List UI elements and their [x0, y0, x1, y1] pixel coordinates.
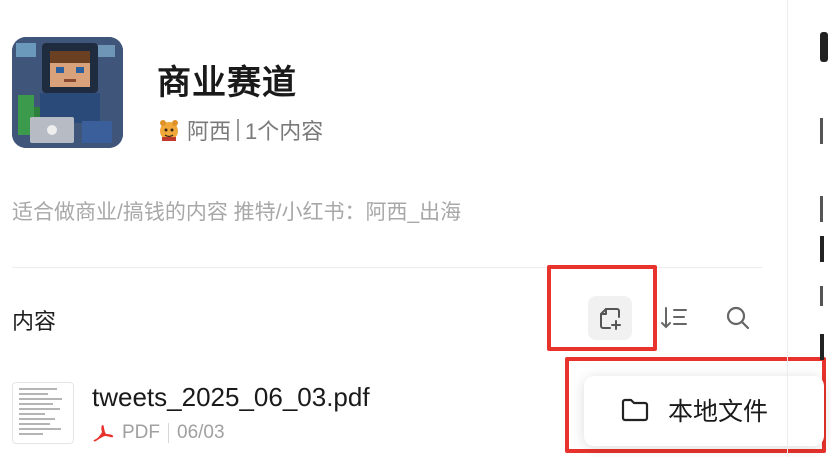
right-panel-edge-text	[820, 334, 831, 360]
panel-divider	[787, 0, 788, 457]
menu-item-local-file[interactable]: 本地文件	[620, 392, 768, 428]
highlight-add-button	[547, 265, 657, 351]
content-count: 1个内容	[245, 119, 324, 144]
right-panel-edge-text	[820, 32, 828, 62]
file-type: PDF	[122, 422, 160, 443]
author-name[interactable]: 阿西	[187, 114, 231, 146]
right-panel-edge-text	[820, 196, 831, 222]
file-date: 06/03	[177, 422, 225, 443]
content-section-label: 内容	[12, 309, 57, 334]
menu-item-label: 本地文件	[668, 398, 769, 426]
collection-title: 商业赛道	[157, 64, 297, 102]
right-panel-edge-text	[820, 236, 831, 262]
sort-button[interactable]	[652, 296, 696, 340]
file-thumbnail[interactable]	[12, 382, 74, 444]
author-avatar[interactable]	[157, 118, 181, 142]
pdf-icon	[93, 425, 114, 442]
collection-cover-image	[12, 37, 123, 148]
search-icon	[726, 306, 750, 330]
folder-icon	[621, 398, 649, 422]
file-name[interactable]: tweets_2025_06_03.pdf	[92, 382, 370, 413]
collection-description: 适合做商业/搞钱的内容 推特/小红书：阿西_出海	[12, 201, 462, 224]
file-meta: PDF 06/03	[92, 422, 225, 444]
file-meta-separator	[168, 423, 169, 443]
sort-icon	[661, 307, 687, 329]
add-file-dropdown: 本地文件	[584, 376, 824, 446]
right-panel-edge-text	[820, 118, 831, 144]
collection-meta: 阿西 1个内容	[157, 114, 323, 146]
right-panel-edge-text	[820, 286, 831, 306]
meta-separator	[237, 119, 240, 141]
search-button[interactable]	[716, 296, 760, 340]
